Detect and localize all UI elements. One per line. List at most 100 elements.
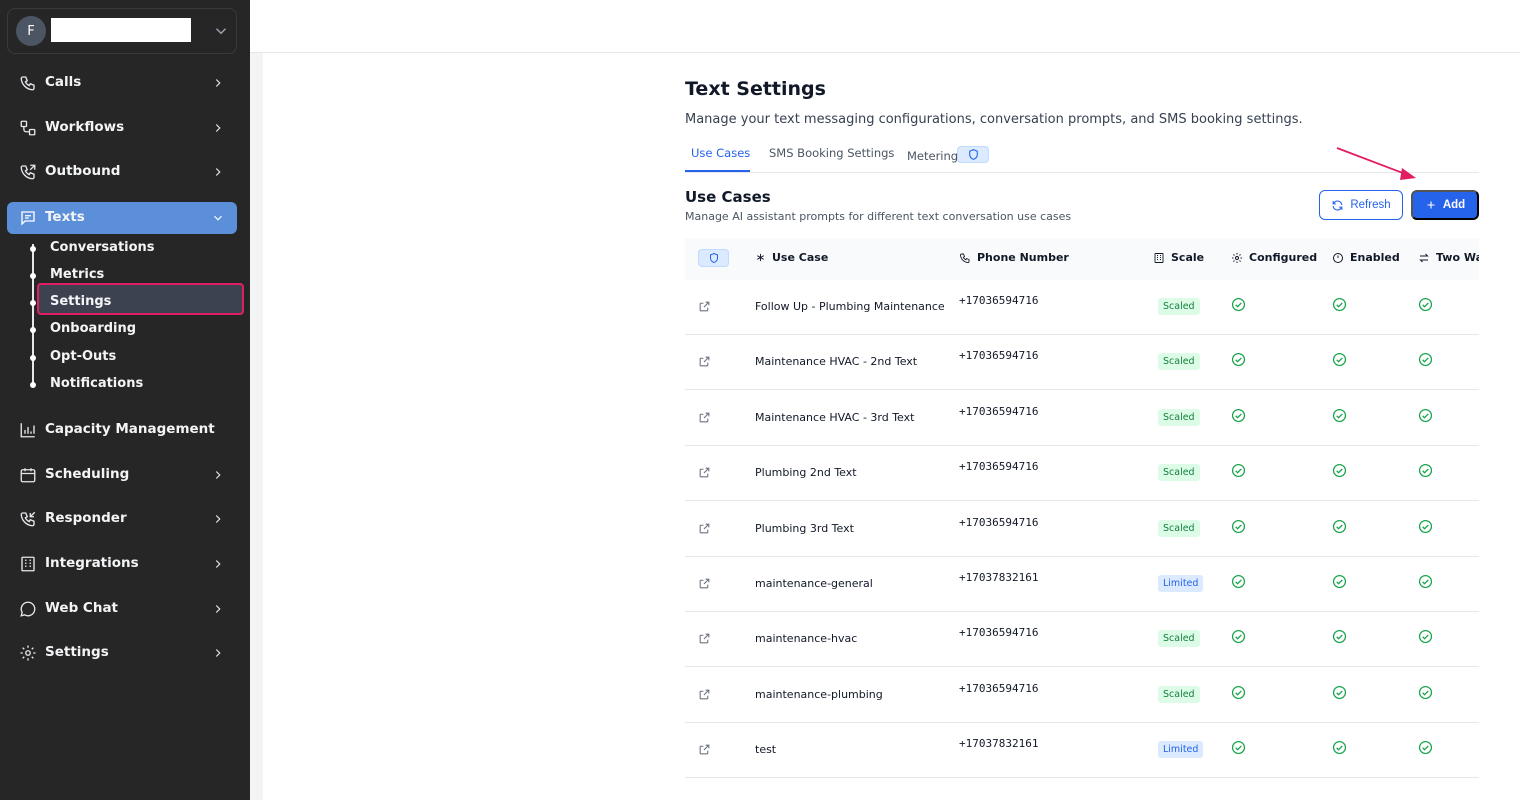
chevron-right-icon: [215, 649, 221, 657]
external-link-icon[interactable]: [698, 466, 711, 479]
scale-badge: Scaled: [1158, 630, 1200, 648]
sidebar-item-capacity-management[interactable]: Capacity Management: [7, 414, 237, 446]
chevron-down-icon: [214, 215, 222, 221]
sidebar-item-scheduling[interactable]: Scheduling: [7, 459, 237, 491]
account-switcher[interactable]: F: [7, 8, 237, 54]
section-subtitle: Manage AI assistant prompts for differen…: [685, 210, 1072, 223]
check-circle-icon: [1231, 630, 1246, 644]
table-row[interactable]: Plumbing 2nd Text +17036594716 Scaled: [685, 446, 1479, 502]
metering-badge: [957, 146, 989, 163]
use-case-cell: maintenance-general: [755, 577, 873, 590]
add-button[interactable]: Add: [1411, 190, 1479, 220]
external-link-icon[interactable]: [698, 743, 711, 756]
check-circle-icon: [1332, 353, 1347, 367]
external-link-icon[interactable]: [698, 577, 711, 590]
sidebar-item-label: Web Chat: [45, 600, 119, 616]
message-icon: [21, 211, 35, 226]
table-row[interactable]: Plumbing 3rd Text +17036594716 Scaled: [685, 502, 1479, 557]
table-header: Use Case Phone Number Scale Configured E…: [685, 238, 1479, 280]
check-circle-icon: [1332, 519, 1347, 533]
table-row[interactable]: maintenance-plumbing +17036594716 Scaled: [685, 668, 1479, 723]
phone-number-cell: +17036594716: [959, 349, 1039, 363]
column-header-phone-number[interactable]: Phone Number: [959, 251, 1069, 264]
chat-bubble-icon: [20, 601, 36, 617]
sidebar-item-calls[interactable]: Calls: [7, 67, 237, 99]
sidebar-item-label: Integrations: [45, 555, 139, 571]
check-circle-icon: [1231, 574, 1246, 589]
external-link-icon[interactable]: [698, 632, 711, 645]
sidebar-item-label: Scheduling: [45, 466, 130, 482]
scale-badge: Scaled: [1158, 353, 1200, 371]
sidebar-subitem-conversations[interactable]: Conversations: [30, 237, 240, 261]
column-header-label: Two Wa: [1436, 251, 1479, 264]
check-circle-icon: [1418, 297, 1433, 312]
sidebar-subitem-settings[interactable]: Settings: [30, 283, 244, 315]
sidebar-subitem-opt-outs[interactable]: Opt-Outs: [30, 346, 240, 370]
phone-icon: [960, 253, 970, 263]
column-header-configured[interactable]: Configured: [1231, 251, 1317, 264]
phone-outgoing-icon: [20, 164, 36, 180]
tab-use-cases[interactable]: Use Cases: [691, 146, 750, 160]
refresh-button[interactable]: Refresh: [1319, 190, 1403, 220]
column-header-label: Use Case: [772, 251, 829, 264]
check-circle-icon: [1332, 464, 1347, 478]
sidebar-item-settings[interactable]: Settings: [7, 637, 237, 669]
phone-number-cell: +17036594716: [959, 294, 1039, 307]
column-header-scale[interactable]: Scale: [1153, 251, 1204, 264]
table-row[interactable]: Maintenance HVAC - 2nd Text +17036594716 S…: [685, 335, 1479, 391]
column-header-use-case[interactable]: Use Case: [755, 251, 828, 264]
use-case-cell: maintenance-plumbing: [755, 687, 883, 701]
check-circle-icon: [1418, 630, 1433, 644]
check-circle-icon: [1332, 630, 1347, 644]
sidebar-item-integrations[interactable]: Integrations: [7, 548, 237, 580]
power-icon: [1333, 252, 1343, 263]
check-circle-icon: [1231, 464, 1246, 478]
table-row[interactable]: maintenance-hvac +17036594716 Scaled: [685, 612, 1479, 668]
external-link-icon[interactable]: [698, 300, 711, 313]
column-header-two-way[interactable]: Two Wa: [1418, 251, 1479, 264]
chevron-right-icon: [215, 124, 221, 132]
external-link-icon[interactable]: [698, 688, 711, 701]
sidebar-subitem-onboarding[interactable]: Onboarding: [30, 318, 240, 342]
sidebar-item-outbound[interactable]: Outbound: [7, 156, 237, 188]
check-circle-icon: [1332, 685, 1347, 699]
workflow-icon: [20, 120, 36, 136]
table-row[interactable]: Follow Up - Plumbing Maintenance +1703659…: [685, 280, 1479, 335]
asterisk-icon: [757, 253, 764, 262]
sidebar-subitem-notifications[interactable]: Notifications: [30, 373, 240, 397]
external-link-icon[interactable]: [698, 411, 711, 424]
column-header-enabled[interactable]: Enabled: [1332, 251, 1400, 264]
sidebar-item-web-chat[interactable]: Web Chat: [7, 593, 237, 625]
scale-badge: Limited: [1158, 575, 1204, 592]
chevron-right-icon: [215, 515, 221, 523]
column-header-label: Configured: [1249, 251, 1318, 264]
scale-badge: Limited: [1158, 741, 1204, 759]
table-row[interactable]: maintenance-general +17037832161 Limited: [685, 557, 1479, 612]
active-tab-indicator: [685, 170, 750, 172]
sidebar-subitem-label: Onboarding: [50, 321, 137, 336]
sidebar-item-workflows[interactable]: Workflows: [7, 112, 237, 144]
check-circle-icon: [1418, 408, 1433, 422]
tab-sms-booking-settings[interactable]: SMS Booking Settings: [769, 146, 894, 160]
check-circle-icon: [1332, 574, 1347, 589]
check-circle-icon: [1231, 519, 1246, 533]
bar-chart-icon: [20, 423, 35, 438]
check-circle-icon: [1231, 408, 1246, 422]
sidebar-item-label: Workflows: [45, 119, 125, 135]
gear-icon: [20, 645, 36, 661]
tab-metering[interactable]: Metering: [907, 149, 958, 163]
check-circle-icon: [1418, 741, 1433, 755]
shield-icon: [969, 149, 978, 160]
check-circle-icon: [1231, 685, 1246, 699]
table-row[interactable]: test +17037832161 Limited: [685, 723, 1479, 779]
check-circle-icon: [1332, 408, 1347, 422]
add-label: Add: [1442, 199, 1466, 211]
table-row[interactable]: Maintenance HVAC - 3rd Text +17036594716 S…: [685, 391, 1479, 446]
use-case-cell: Maintenance HVAC - 2nd Text: [755, 355, 918, 369]
phone-icon: [20, 76, 35, 91]
external-link-icon[interactable]: [698, 355, 711, 368]
sidebar-item-texts[interactable]: Texts: [7, 202, 237, 234]
external-link-icon[interactable]: [698, 522, 711, 535]
sidebar-item-responder[interactable]: Responder: [7, 503, 237, 535]
phone-number-cell: +17036594716: [959, 515, 1039, 529]
